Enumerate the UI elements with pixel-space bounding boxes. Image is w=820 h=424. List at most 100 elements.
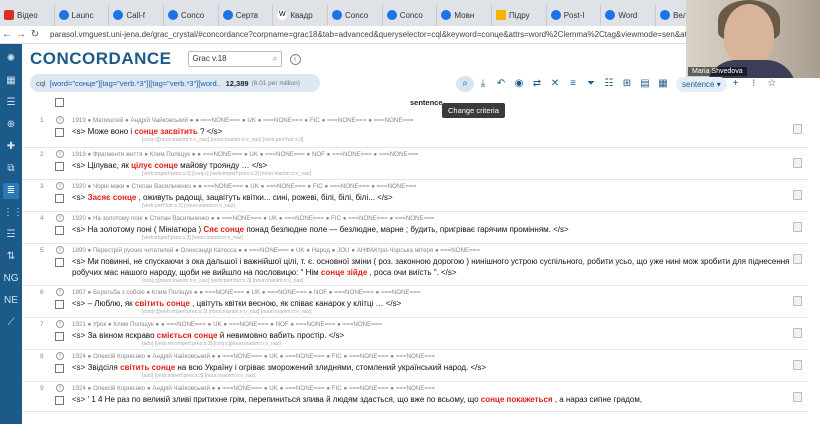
wordlist-icon[interactable]: ☰ — [3, 95, 19, 111]
row-info-icon[interactable]: i — [56, 288, 64, 296]
browser-tab[interactable]: Call-f — [109, 4, 165, 26]
terms-icon[interactable]: ⇅ — [3, 249, 19, 265]
keyword-1[interactable]: світить — [120, 363, 149, 372]
info-icon[interactable]: i — [289, 53, 301, 65]
keyword-2[interactable]: сонце — [113, 193, 137, 202]
row-checkbox[interactable] — [55, 128, 64, 137]
back-icon[interactable]: ← — [0, 29, 14, 40]
keyword-1[interactable]: сонце — [481, 395, 505, 404]
copy-icon[interactable] — [793, 158, 802, 168]
row-checkbox[interactable] — [55, 162, 64, 171]
star-icon[interactable]: ☆ — [763, 76, 781, 92]
concordance-row[interactable]: 5 i 1890 ● Перестрій руских читателей ● Ол… — [22, 244, 808, 286]
sort-icon[interactable]: ≡ — [564, 76, 582, 92]
copy-icon[interactable] — [793, 328, 802, 338]
row-info-icon[interactable]: i — [56, 246, 64, 254]
browser-tab[interactable]: Підру — [492, 4, 547, 26]
concordance-row[interactable]: 1 i 1919 ● Малиштей ● Андрій Чайковський ●… — [22, 114, 808, 148]
browser-tab[interactable]: Post-I — [547, 4, 602, 26]
keyword-2[interactable]: сонце — [166, 299, 190, 308]
corpus-selector[interactable]: Grac v.18 ⌕ — [187, 51, 282, 67]
query-summary-bar[interactable]: cql [word="сонце"][tag="verb.*3"]|[tag="… — [30, 74, 320, 92]
browser-tab[interactable]: Launc — [55, 4, 110, 26]
thesaurus-icon[interactable]: ⧉ — [3, 161, 19, 177]
keyword-2[interactable]: засвітить — [160, 127, 198, 136]
row-info-icon[interactable]: i — [56, 150, 64, 158]
row-checkbox[interactable] — [55, 364, 64, 373]
row-info-icon[interactable]: i — [56, 116, 64, 124]
keyword-1[interactable]: Сяє — [203, 225, 218, 234]
copy-icon[interactable] — [793, 360, 802, 370]
parconc-icon[interactable]: ⋮⋮ — [3, 205, 23, 221]
concordance-icon[interactable]: ≣ — [3, 183, 19, 199]
keyword-2[interactable]: покажеться — [507, 395, 553, 404]
view-mode-select[interactable]: sentence ▾ — [676, 76, 727, 92]
keyword-2[interactable]: сонце — [152, 363, 176, 372]
chart-icon[interactable]: ▤ — [636, 76, 654, 92]
concordance-row[interactable]: 9 i 1924 ● Олексій Корнієнко ● Андрій Чайк… — [22, 382, 808, 412]
keyword-2[interactable]: зійде — [347, 268, 368, 277]
more-icon[interactable]: ⁝ — [745, 76, 763, 92]
shuffle-icon[interactable]: ⇄ — [528, 76, 546, 92]
copy-icon[interactable] — [793, 296, 802, 306]
row-checkbox[interactable] — [55, 300, 64, 309]
trends-icon[interactable]: ⟋ — [3, 315, 19, 331]
collocation-icon[interactable]: ⊞ — [618, 76, 636, 92]
add-icon[interactable]: + — [727, 76, 745, 92]
copy-icon[interactable] — [793, 222, 802, 232]
browser-tab[interactable]: W Квадр — [273, 4, 329, 26]
dashboard-icon[interactable]: ▦ — [3, 73, 19, 89]
ne-icon[interactable]: NE — [3, 293, 19, 309]
keyword-2[interactable]: сонце — [154, 161, 178, 170]
keyword-1[interactable]: сміється — [157, 331, 192, 340]
keywords-icon[interactable]: ☲ — [3, 227, 19, 243]
select-all-checkbox[interactable] — [55, 98, 64, 107]
forward-icon[interactable]: → — [14, 29, 28, 40]
keyword-1[interactable]: сонце — [134, 127, 158, 136]
concordance-row[interactable]: 2 i 1919 ● Фрагменти життя ● Клим Поліщук … — [22, 148, 808, 180]
change-criteria-icon[interactable]: ⌕ — [456, 76, 474, 92]
browser-tab[interactable]: Conco — [164, 4, 219, 26]
keyword-1[interactable]: світить — [135, 299, 164, 308]
browser-tab[interactable]: Conco — [383, 4, 438, 26]
app-logo-icon[interactable]: ✺ — [3, 51, 19, 67]
add-circle-icon[interactable]: ⊕ — [3, 117, 19, 133]
keyword-2[interactable]: сонце — [221, 225, 245, 234]
row-checkbox[interactable] — [55, 226, 64, 235]
undo-icon[interactable]: ↶ — [492, 76, 510, 92]
row-checkbox[interactable] — [55, 258, 64, 267]
row-info-icon[interactable]: i — [56, 384, 64, 392]
browser-tab[interactable]: Word — [601, 4, 657, 26]
reload-icon[interactable]: ↻ — [28, 29, 42, 40]
browser-tab[interactable]: Сертв — [219, 4, 274, 26]
copy-icon[interactable] — [793, 124, 802, 134]
row-checkbox[interactable] — [55, 396, 64, 405]
url-field[interactable]: parasol.vmguest.uni-jena.de/grac_crystal… — [50, 30, 687, 39]
row-info-icon[interactable]: i — [56, 214, 64, 222]
concordance-row[interactable]: 4 i 1920 ● На золотому поні ● Степан Васил… — [22, 212, 808, 244]
frequency-icon[interactable]: ☷ — [600, 76, 618, 92]
row-checkbox[interactable] — [55, 194, 64, 203]
wordsketch-icon[interactable]: ✚ — [3, 139, 19, 155]
random-icon[interactable]: ✕ — [546, 76, 564, 92]
copy-icon[interactable] — [793, 190, 802, 200]
keyword-1[interactable]: цілує — [131, 161, 152, 170]
keyword-1[interactable]: сонце — [321, 268, 345, 277]
concordance-row[interactable]: 7 i 1921 ● Урок ● Клим Поліщук ● ● ===NONE… — [22, 318, 808, 350]
keyword-2[interactable]: сонце — [194, 331, 218, 340]
concordance-row[interactable]: 6 i 1907 ● Боротьба з собою ● Клим Поліщук… — [22, 286, 808, 318]
concordance-row[interactable]: 8 i 1924 ● Олексій Корнієнко ● Андрій Чайк… — [22, 350, 808, 382]
browser-tab[interactable]: Відео — [0, 4, 55, 26]
row-info-icon[interactable]: i — [56, 182, 64, 190]
eye-icon[interactable]: ◉ — [510, 76, 528, 92]
copy-icon[interactable] — [793, 254, 802, 264]
browser-tab[interactable]: Conco — [328, 4, 383, 26]
filter-icon[interactable]: ⏷ — [582, 76, 600, 92]
row-info-icon[interactable]: i — [56, 320, 64, 328]
ngrams-icon[interactable]: NG — [3, 271, 19, 287]
keyword-1[interactable]: Засяє — [88, 193, 111, 202]
row-info-icon[interactable]: i — [56, 352, 64, 360]
browser-tab[interactable]: Мовн — [437, 4, 493, 26]
concordance-row[interactable]: 3 i 1920 ● Чорні маки ● Степан Васильченко… — [22, 180, 808, 212]
download-icon[interactable]: ⤓ — [474, 76, 492, 92]
